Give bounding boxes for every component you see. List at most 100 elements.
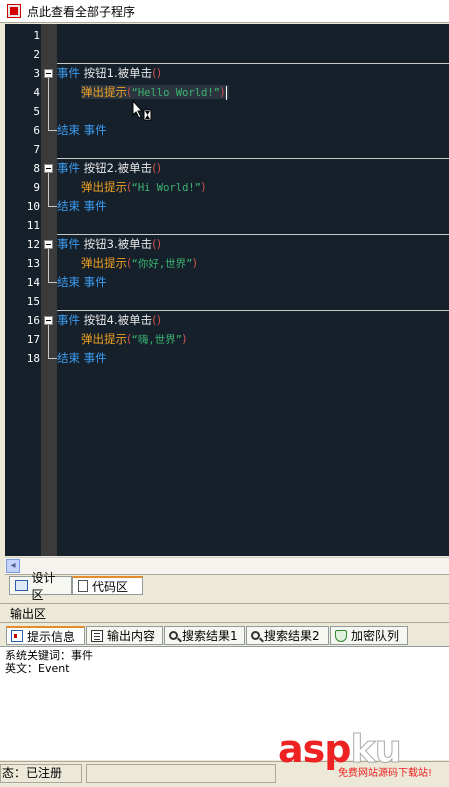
event-keyword: 事件	[57, 237, 80, 251]
watermark-logo: aspku 免费网站源码下载站!	[278, 730, 448, 782]
fold-guide-end	[48, 282, 57, 283]
event-header-line[interactable]: 事件 按钮2.被单击()	[57, 159, 449, 178]
line-number: 12	[26, 238, 40, 251]
tab-encryption-queue[interactable]: 加密队列	[330, 626, 408, 645]
line-number-gutter: 1 2 3 4 5 6 7 8 9 10 11 12 13 14 15 16 1…	[5, 24, 41, 556]
line-number: 16	[26, 314, 40, 327]
tab-encryption-queue-label: 加密队列	[351, 629, 400, 643]
editor-horizontal-scrollbar[interactable]: ◂	[5, 557, 449, 574]
function-call: 弹出提示	[81, 332, 127, 346]
call-close-paren: )	[181, 332, 187, 346]
line-number: 3	[33, 67, 40, 80]
tab-design-label: 设计区	[31, 570, 56, 602]
line-number: 5	[33, 105, 40, 118]
event-end-line[interactable]: 结束 事件	[57, 349, 449, 368]
subroutine-bar[interactable]: 点此查看全部子程序	[0, 0, 449, 23]
event-params: ()	[152, 237, 162, 251]
line-number: 6	[33, 124, 40, 137]
call-line[interactable]: 弹出提示(“嗨,世界”)	[57, 330, 449, 349]
event-header-line[interactable]: 事件 按钮3.被单击()	[57, 235, 449, 254]
design-window-icon	[15, 580, 28, 591]
tab-output-content[interactable]: 输出内容	[86, 626, 163, 645]
watermark-accent-text: ku	[350, 727, 402, 771]
fold-guide-end	[48, 130, 57, 131]
end-event-keyword: 结束 事件	[57, 123, 107, 137]
code-text-area[interactable]: 事件 按钮1.被单击() 弹出提示(“Hello World!”) 结束 事件 …	[57, 24, 449, 556]
string-argument: “嗨,世界”	[131, 334, 182, 346]
tab-code[interactable]: 代码区	[72, 576, 143, 595]
line-number: 18	[26, 352, 40, 365]
function-call: 弹出提示	[81, 180, 127, 194]
info-card-icon	[11, 630, 23, 642]
tab-design[interactable]: 设计区	[9, 571, 72, 602]
event-target: 按钮2.被单击	[83, 161, 153, 175]
fold-column	[41, 24, 57, 556]
event-header-line[interactable]: 事件 按钮1.被单击()	[57, 64, 449, 83]
end-event-keyword: 结束 事件	[57, 199, 107, 213]
event-keyword: 事件	[57, 313, 80, 327]
output-panel-title: 输出区	[10, 606, 47, 621]
fold-toggle-icon[interactable]	[44, 69, 53, 78]
line-number: 13	[26, 257, 40, 270]
line-number: 1	[33, 29, 40, 42]
line-number: 17	[26, 333, 40, 346]
tab-hint-info[interactable]: 提示信息	[6, 626, 85, 645]
output-line: 英文：Event	[5, 662, 70, 675]
fold-toggle-icon[interactable]	[44, 316, 53, 325]
fold-guide-end	[48, 358, 57, 359]
fold-toggle-icon[interactable]	[44, 164, 53, 173]
code-editor[interactable]: 1 2 3 4 5 6 7 8 9 10 11 12 13 14 15 16 1…	[5, 24, 449, 556]
fold-guide	[48, 78, 49, 130]
call-close-paren: )	[192, 256, 197, 270]
line-number: 14	[26, 276, 40, 289]
watermark-main-text: asp	[278, 727, 351, 771]
event-params: ()	[152, 66, 162, 80]
tab-search-results-1-label: 搜索结果1	[182, 629, 238, 643]
tab-search-results-2[interactable]: 搜索结果2	[246, 626, 329, 645]
subroutine-bar-label: 点此查看全部子程序	[27, 4, 136, 19]
output-line: 系统关键词：事件	[5, 649, 93, 662]
program-icon	[7, 4, 21, 18]
current-line-highlight: 弹出提示(“Hello World!”)	[81, 85, 229, 100]
event-params: ()	[152, 313, 162, 327]
line-number: 8	[33, 162, 40, 175]
search-icon	[169, 631, 178, 640]
output-panel-header: 输出区	[0, 603, 449, 623]
call-line[interactable]: 弹出提示(“你好,世界”)	[57, 254, 449, 273]
fold-guide	[48, 249, 49, 282]
tab-search-results-1[interactable]: 搜索结果1	[164, 626, 245, 645]
function-call: 弹出提示	[81, 85, 127, 99]
event-target: 按钮1.被单击	[83, 66, 153, 80]
registration-status: 态：已注册	[0, 764, 82, 783]
call-close-paren: )	[201, 180, 206, 194]
event-keyword: 事件	[57, 161, 80, 175]
event-end-line[interactable]: 结束 事件	[57, 273, 449, 292]
line-number: 7	[33, 143, 40, 156]
code-document-icon	[78, 580, 88, 592]
call-line[interactable]: 弹出提示(“Hi World!”)	[57, 178, 449, 197]
fold-guide	[48, 325, 49, 358]
tab-code-label: 代码区	[92, 579, 129, 594]
event-header-line[interactable]: 事件 按钮4.被单击()	[57, 311, 449, 330]
line-number: 11	[26, 219, 40, 232]
call-line[interactable]: 弹出提示(“Hello World!”)	[57, 83, 449, 102]
end-event-keyword: 结束 事件	[57, 351, 107, 365]
shield-icon	[335, 629, 347, 642]
line-number: 9	[33, 181, 40, 194]
fold-toggle-icon[interactable]	[44, 240, 53, 249]
output-tabs: 提示信息 输出内容 搜索结果1 搜索结果2 加密队列	[0, 624, 449, 646]
string-argument: “Hello World!”	[131, 87, 221, 99]
line-number: 10	[26, 200, 40, 213]
string-argument: “你好,世界”	[131, 258, 193, 270]
tab-output-content-label: 输出内容	[107, 629, 156, 643]
event-end-line[interactable]: 结束 事件	[57, 197, 449, 216]
line-number: 15	[26, 295, 40, 308]
call-close-paren: )	[220, 85, 225, 99]
tab-search-results-2-label: 搜索结果2	[264, 629, 320, 643]
function-call: 弹出提示	[81, 256, 127, 270]
event-keyword: 事件	[57, 66, 80, 80]
event-end-line[interactable]: 结束 事件	[57, 121, 449, 140]
scroll-left-icon[interactable]: ◂	[6, 559, 20, 573]
search-icon	[251, 631, 260, 640]
fold-guide-end	[48, 206, 57, 207]
